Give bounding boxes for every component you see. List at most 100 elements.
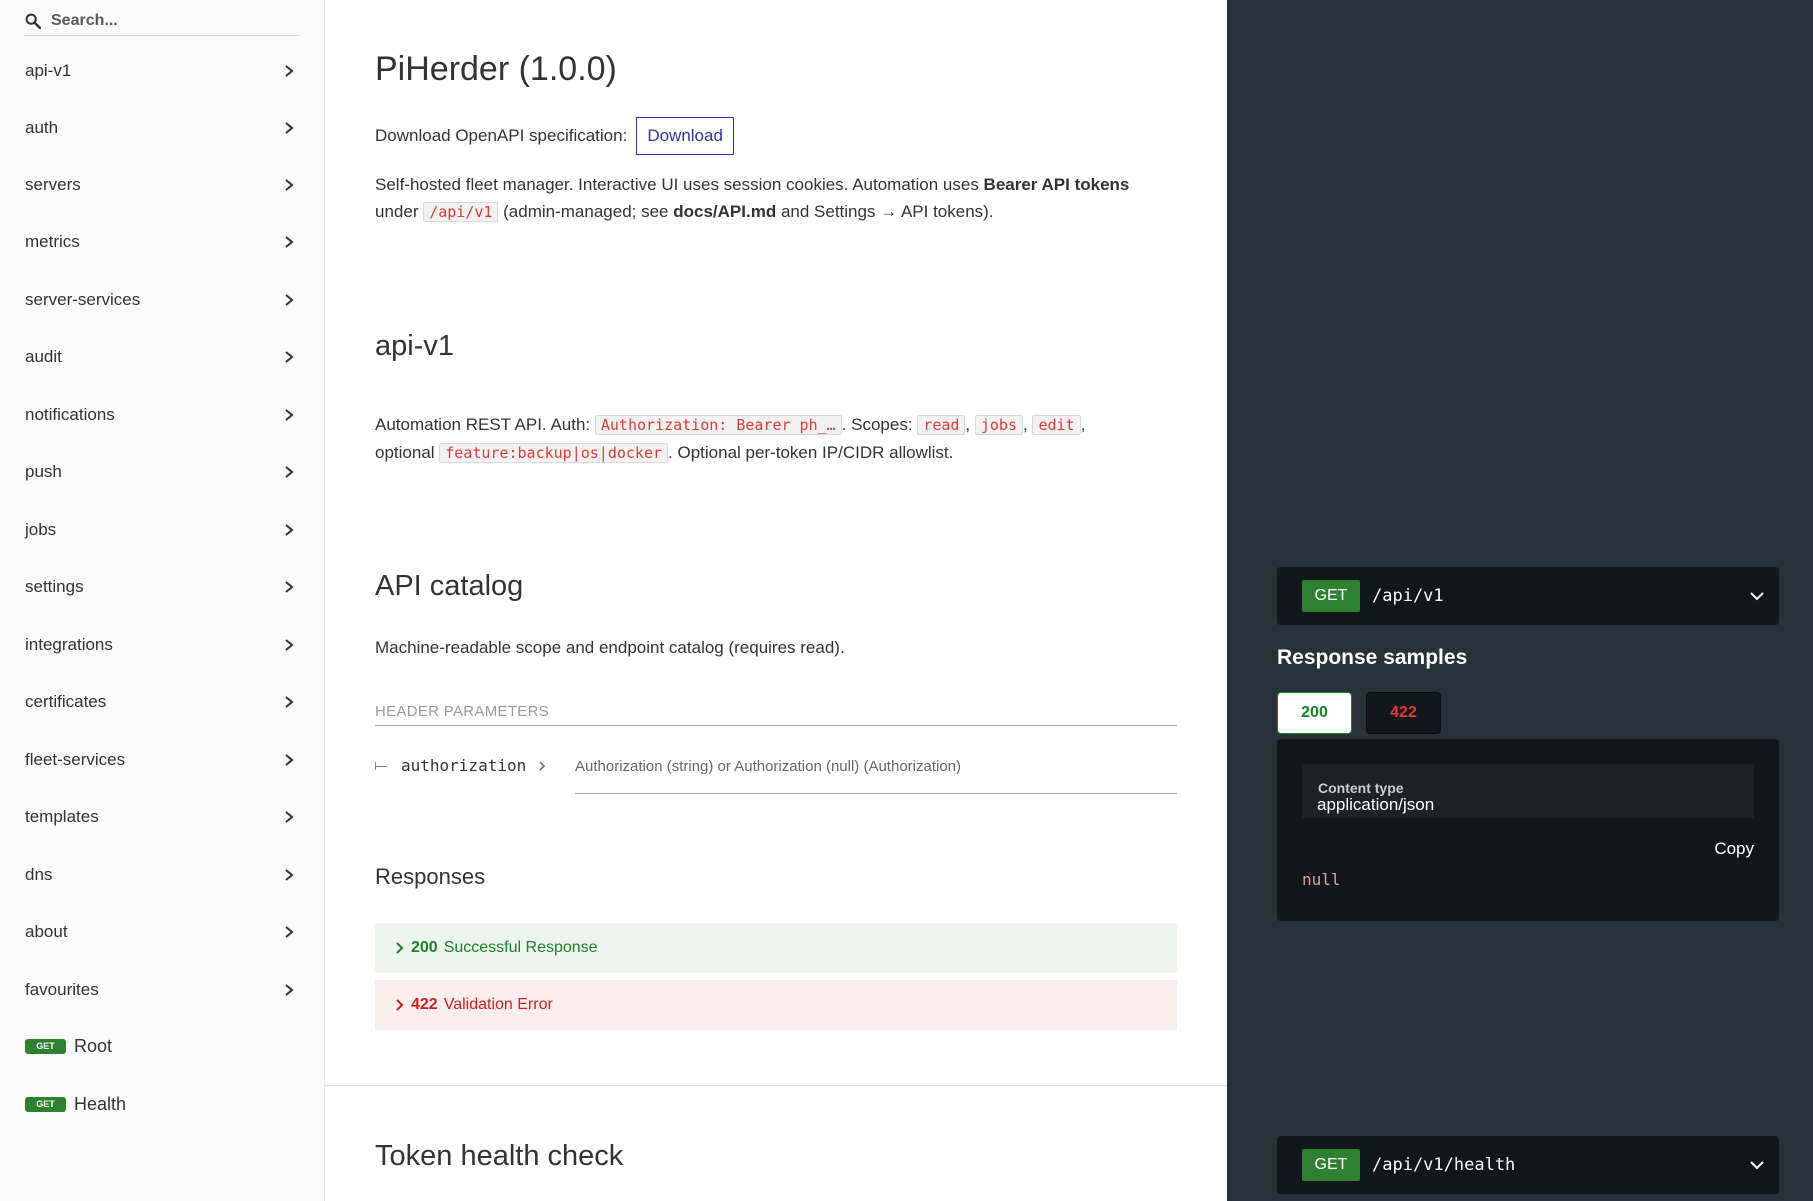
sidebar-item-auth[interactable]: auth — [0, 99, 325, 156]
chevron-right-icon — [285, 523, 294, 536]
code-auth-header: Authorization: Bearer ph_… — [594, 415, 842, 435]
intro-paragraph: Self-hosted fleet manager. Interactive U… — [375, 171, 1165, 226]
sidebar-item-label: api-v1 — [25, 60, 72, 80]
search-box — [24, 6, 300, 36]
http-method-badge: GET — [1302, 1149, 1360, 1181]
code-scope-jobs: jobs — [974, 415, 1023, 435]
sidebar-item-favourites[interactable]: favourites — [0, 961, 325, 1018]
sidebar-item-server-services[interactable]: server-services — [0, 271, 325, 328]
sidebar-item-audit[interactable]: audit — [0, 328, 325, 385]
intro-bold-docs: docs/API.md — [673, 202, 777, 221]
code-feature-scope: feature:backup|os|docker — [439, 443, 669, 463]
chevron-right-icon — [285, 408, 294, 421]
sidebar-item-label: certificates — [25, 691, 107, 711]
response-sample-box: Content type application/json Copy null — [1277, 739, 1779, 921]
sidebar-item-api-v1[interactable]: api-v1 — [0, 42, 325, 99]
sidebar-item-label: push — [25, 461, 62, 481]
chevron-right-icon — [285, 868, 294, 881]
sidebar-item-certificates[interactable]: certificates — [0, 673, 325, 730]
tab-response-422[interactable]: 422 — [1366, 692, 1441, 734]
chevron-right-icon — [285, 638, 294, 651]
intro-text: Self-hosted fleet manager. Interactive U… — [375, 175, 984, 194]
content-type-box[interactable]: Content type application/json — [1302, 764, 1754, 818]
responses-heading: Responses — [375, 864, 486, 889]
intro-text: and Settings → API tokens). — [776, 202, 994, 221]
sample-json-value: null — [1302, 870, 1341, 889]
http-method-badge: GET — [1302, 580, 1360, 612]
main-content: PiHerder (1.0.0) Download OpenAPI specif… — [325, 0, 1227, 1201]
search-input[interactable] — [51, 11, 271, 30]
copy-button[interactable]: Copy — [1714, 839, 1754, 859]
sidebar-item-servers[interactable]: servers — [0, 156, 325, 213]
sidebar-item-dns[interactable]: dns — [0, 846, 325, 903]
endpoint-bar-api-v1-health[interactable]: GET /api/v1/health — [1277, 1136, 1779, 1194]
operation-title-api-catalog: API catalog — [375, 570, 524, 602]
sidebar-item-fleet-services[interactable]: fleet-services — [0, 731, 325, 788]
section-title-api-v1: api-v1 — [375, 330, 454, 362]
right-panel: GET /api/v1 Response samples 200 422 Con… — [1227, 0, 1813, 1201]
download-button[interactable]: Download — [636, 117, 734, 155]
chevron-down-icon — [1750, 592, 1764, 601]
sidebar-item-label: templates — [25, 806, 99, 826]
section-desc-text: , — [965, 415, 975, 434]
sidebar-item-label: server-services — [25, 289, 141, 309]
sidebar-item-metrics[interactable]: metrics — [0, 213, 325, 270]
chevron-right-icon — [285, 695, 294, 708]
chevron-right-icon — [285, 235, 294, 248]
download-label: Download OpenAPI specification: — [375, 126, 628, 145]
sidebar-item-label: integrations — [25, 634, 113, 654]
tab-response-200[interactable]: 200 — [1277, 692, 1352, 734]
sidebar-op-root[interactable]: GET Root — [0, 1018, 325, 1075]
param-tree-line — [375, 762, 387, 770]
chevron-right-icon — [285, 465, 294, 478]
chevron-right-icon — [285, 178, 294, 191]
chevron-right-icon — [285, 293, 294, 306]
response-422-toggle[interactable]: 422 Validation Error — [375, 980, 1177, 1030]
sidebar-op-health[interactable]: GET Health — [0, 1076, 325, 1133]
sidebar-item-push[interactable]: push — [0, 443, 325, 500]
chevron-right-icon — [285, 121, 294, 134]
sidebar-op-label: Health — [74, 1094, 127, 1114]
sidebar-item-about[interactable]: about — [0, 903, 325, 960]
endpoint-bar-api-v1[interactable]: GET /api/v1 — [1277, 567, 1779, 625]
operation-title-token-health: Token health check — [375, 1140, 624, 1172]
chevron-right-icon — [285, 350, 294, 363]
intro-text: under — [375, 202, 424, 221]
get-method-badge: GET — [25, 1039, 66, 1054]
sidebar-item-templates[interactable]: templates — [0, 788, 325, 845]
param-name[interactable]: authorization — [401, 756, 526, 775]
get-method-badge: GET — [25, 1097, 66, 1112]
section-description: Automation REST API. Auth: Authorization… — [375, 411, 1165, 467]
sidebar-item-label: servers — [25, 174, 81, 194]
sidebar-item-integrations[interactable]: integrations — [0, 616, 325, 673]
sidebar-item-label: fleet-services — [25, 749, 126, 769]
chevron-right-icon[interactable] — [538, 760, 546, 772]
param-description: Authorization (string) or Authorization … — [575, 752, 1177, 794]
response-samples-title: Response samples — [1277, 646, 1468, 669]
sidebar-item-notifications[interactable]: notifications — [0, 386, 325, 443]
response-label: Validation Error — [443, 996, 553, 1013]
chevron-right-icon — [285, 983, 294, 996]
chevron-right-icon — [396, 999, 404, 1011]
sidebar-item-settings[interactable]: settings — [0, 558, 325, 615]
sidebar-item-label: jobs — [25, 519, 57, 539]
parameter-row-authorization: authorization Authorization (string) or … — [375, 752, 1177, 794]
sidebar-op-label: Root — [74, 1036, 113, 1056]
sidebar-item-label: metrics — [25, 231, 80, 251]
section-desc-text: . Optional per-token IP/CIDR allowlist. — [668, 443, 954, 462]
chevron-right-icon — [285, 753, 294, 766]
response-code: 422 — [411, 996, 438, 1013]
section-desc-text: optional — [375, 443, 440, 462]
chevron-right-icon — [285, 810, 294, 823]
response-label: Successful Response — [443, 939, 598, 956]
section-desc-text: Automation REST API. Auth: — [375, 415, 595, 434]
search-icon — [25, 13, 41, 29]
chevron-right-icon — [285, 64, 294, 77]
sidebar-item-jobs[interactable]: jobs — [0, 501, 325, 558]
response-200-toggle[interactable]: 200 Successful Response — [375, 923, 1177, 973]
chevron-down-icon — [1750, 1161, 1764, 1170]
sidebar-item-label: audit — [25, 346, 62, 366]
sidebar: api-v1 auth servers metrics server-servi… — [0, 0, 325, 1201]
chevron-right-icon — [285, 925, 294, 938]
sidebar-item-label: favourites — [25, 979, 99, 999]
